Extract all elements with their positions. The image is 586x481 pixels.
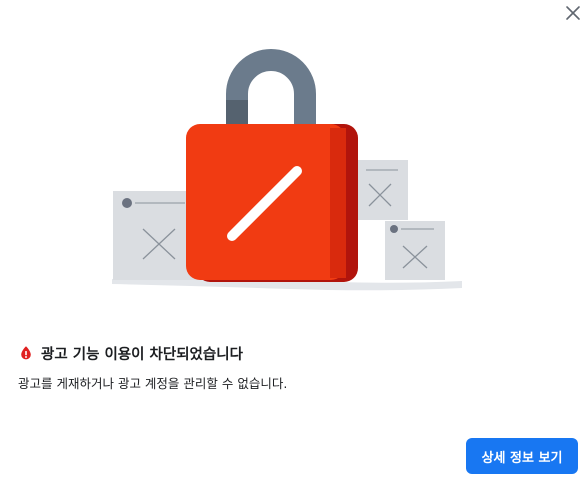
lock-illustration: [112, 49, 462, 291]
title-row: 광고 기능 이용이 차단되었습니다: [18, 343, 243, 363]
blocked-ads-dialog: 광고 기능 이용이 차단되었습니다 광고를 게재하거나 광고 계정을 관리할 수…: [0, 0, 586, 481]
learn-more-button[interactable]: 상세 정보 보기: [466, 438, 578, 474]
dialog-title: 광고 기능 이용이 차단되었습니다: [41, 346, 243, 363]
right-bottom-card: [385, 221, 445, 280]
right-top-card: [357, 160, 408, 220]
dialog-body: 광고를 게재하거나 광고 계정을 관리할 수 없습니다.: [18, 376, 288, 391]
lock-icon: [186, 49, 358, 282]
alert-icon: [21, 346, 31, 360]
